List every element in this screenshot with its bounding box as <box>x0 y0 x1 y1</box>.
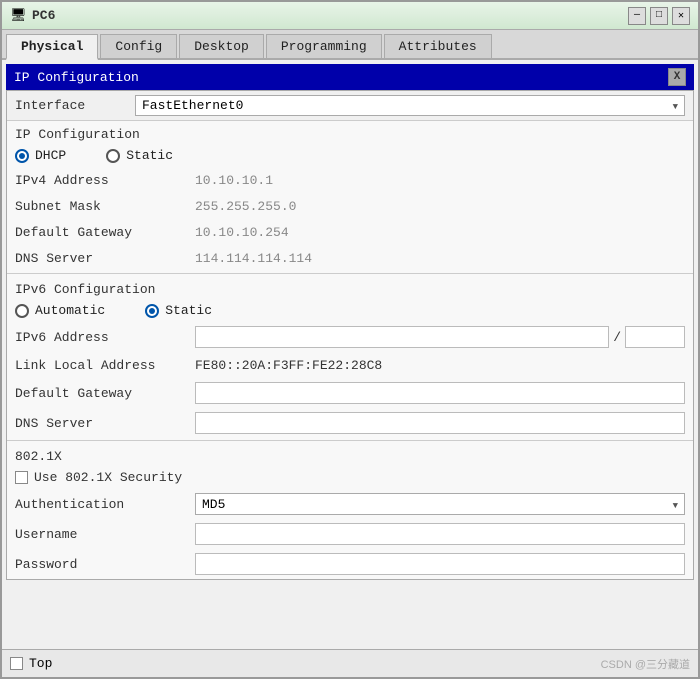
tab-desktop[interactable]: Desktop <box>179 34 264 58</box>
static-label: Static <box>126 148 173 163</box>
window-title: PC6 <box>32 8 55 23</box>
username-row: Username <box>7 519 693 549</box>
watermark-text: CSDN @三分藏道 <box>601 656 690 672</box>
tab-physical[interactable]: Physical <box>6 34 98 60</box>
top-checkbox-item: Top <box>10 656 52 671</box>
bottom-bar: Top CSDN @三分藏道 <box>2 649 698 677</box>
interface-dropdown[interactable]: FastEthernet0 <box>135 95 685 116</box>
subnet-mask-value: 255.255.255.0 <box>195 199 685 214</box>
default-gateway-ipv4-label: Default Gateway <box>15 225 195 240</box>
dns-server-ipv6-row: DNS Server <box>7 408 693 438</box>
dns-server-ipv4-label: DNS Server <box>15 251 195 266</box>
username-label: Username <box>15 527 195 542</box>
default-gateway-ipv4-value: 10.10.10.254 <box>195 225 685 240</box>
authentication-value: MD5 <box>202 497 225 512</box>
close-button[interactable]: ✕ <box>672 7 690 25</box>
ipv4-address-value: 10.10.10.1 <box>195 173 685 188</box>
default-gateway-ipv6-label: Default Gateway <box>15 386 195 401</box>
default-gateway-ipv4-row: Default Gateway 10.10.10.254 <box>7 219 693 245</box>
interface-row: Interface FastEthernet0 <box>7 91 693 121</box>
automatic-label: Automatic <box>35 303 105 318</box>
static-ipv6-radio[interactable]: Static <box>145 303 212 318</box>
minimize-button[interactable]: — <box>628 7 646 25</box>
ipv6-section-label: IPv6 Configuration <box>7 276 693 299</box>
password-row: Password <box>7 549 693 579</box>
ip-config-close-button[interactable]: X <box>668 68 686 86</box>
dot1x-section-label: 802.1X <box>7 443 693 466</box>
title-buttons: — □ ✕ <box>628 7 690 25</box>
subnet-mask-label: Subnet Mask <box>15 199 195 214</box>
ipv6-address-input[interactable] <box>195 326 609 348</box>
auth-chevron-icon <box>673 497 678 512</box>
dns-server-ipv6-label: DNS Server <box>15 416 195 431</box>
password-label: Password <box>15 557 195 572</box>
title-bar: 🖥 PC6 — □ ✕ <box>2 2 698 30</box>
tab-bar: Physical Config Desktop Programming Attr… <box>2 30 698 60</box>
dhcp-label: DHCP <box>35 148 66 163</box>
ipv6-address-input-group: / <box>195 326 685 348</box>
tab-programming[interactable]: Programming <box>266 34 382 58</box>
title-bar-left: 🖥 PC6 <box>10 8 55 24</box>
ip-config-header-bar: IP Configuration X <box>6 64 694 90</box>
dhcp-radio-circle[interactable] <box>15 149 29 163</box>
use-802-label: Use 802.1X Security <box>34 470 182 485</box>
ip-config-title: IP Configuration <box>14 70 139 85</box>
interface-chevron-icon <box>673 98 678 113</box>
static-radio[interactable]: Static <box>106 148 173 163</box>
authentication-label: Authentication <box>15 497 195 512</box>
default-gateway-ipv6-row: Default Gateway <box>7 378 693 408</box>
ipv6-slash: / <box>613 330 621 345</box>
dns-server-ipv4-value: 114.114.114.114 <box>195 251 685 266</box>
content-area: IP Configuration X Interface FastEtherne… <box>2 60 698 649</box>
automatic-radio-circle[interactable] <box>15 304 29 318</box>
ip-config-panel: Interface FastEthernet0 IP Configuration… <box>6 90 694 580</box>
use-802-checkbox[interactable] <box>15 471 28 484</box>
static-radio-circle[interactable] <box>106 149 120 163</box>
dhcp-radio[interactable]: DHCP <box>15 148 66 163</box>
tab-config[interactable]: Config <box>100 34 177 58</box>
ipv4-address-row: IPv4 Address 10.10.10.1 <box>7 167 693 193</box>
ipv4-radio-row: DHCP Static <box>7 144 693 167</box>
top-checkbox[interactable] <box>10 657 23 670</box>
username-input[interactable] <box>195 523 685 545</box>
use-802-row: Use 802.1X Security <box>7 466 693 489</box>
top-label: Top <box>29 656 52 671</box>
interface-value: FastEthernet0 <box>142 98 243 113</box>
main-window: 🖥 PC6 — □ ✕ Physical Config Desktop Prog… <box>0 0 700 679</box>
ipv6-radio-row: Automatic Static <box>7 299 693 322</box>
interface-label: Interface <box>15 98 135 113</box>
maximize-button[interactable]: □ <box>650 7 668 25</box>
ipv6-address-label: IPv6 Address <box>15 330 195 345</box>
link-local-row: Link Local Address FE80::20A:F3FF:FE22:2… <box>7 352 693 378</box>
subnet-mask-row: Subnet Mask 255.255.255.0 <box>7 193 693 219</box>
default-gateway-ipv6-input[interactable] <box>195 382 685 404</box>
static-ipv6-label: Static <box>165 303 212 318</box>
password-input[interactable] <box>195 553 685 575</box>
static-ipv6-radio-circle[interactable] <box>145 304 159 318</box>
dns-server-ipv6-input[interactable] <box>195 412 685 434</box>
authentication-row: Authentication MD5 <box>7 489 693 519</box>
automatic-radio[interactable]: Automatic <box>15 303 105 318</box>
app-icon: 🖥 <box>10 8 26 24</box>
dns-server-ipv4-row: DNS Server 114.114.114.114 <box>7 245 693 271</box>
link-local-value: FE80::20A:F3FF:FE22:28C8 <box>195 358 685 373</box>
ipv6-prefix-input[interactable] <box>625 326 685 348</box>
tab-attributes[interactable]: Attributes <box>384 34 492 58</box>
authentication-dropdown[interactable]: MD5 <box>195 493 685 515</box>
ipv6-address-row: IPv6 Address / <box>7 322 693 352</box>
ipv4-address-label: IPv4 Address <box>15 173 195 188</box>
ipv4-section-label: IP Configuration <box>7 121 693 144</box>
link-local-label: Link Local Address <box>15 358 195 373</box>
